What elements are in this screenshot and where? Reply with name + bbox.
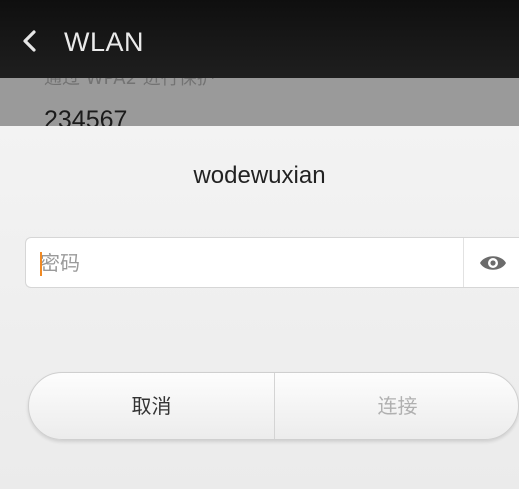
connect-button[interactable]: 连接 bbox=[275, 373, 518, 439]
password-field-box bbox=[25, 237, 519, 288]
dialog-title: wodewuxian bbox=[193, 162, 326, 189]
text-caret bbox=[40, 252, 42, 276]
cancel-button[interactable]: 取消 bbox=[29, 373, 274, 439]
action-bar: WLAN bbox=[0, 0, 519, 78]
page-title: WLAN bbox=[64, 27, 145, 57]
chevron-left-icon[interactable] bbox=[22, 30, 36, 52]
password-dialog: wodewuxian 取消 连接 bbox=[0, 126, 519, 489]
screen: WLAN 通过 WPA2 进行保护 234567 wodewuxian 取消 连… bbox=[0, 0, 519, 489]
password-input[interactable] bbox=[40, 246, 450, 280]
eye-icon[interactable] bbox=[479, 252, 507, 274]
field-divider bbox=[463, 238, 464, 287]
dialog-button-group: 取消 连接 bbox=[28, 372, 519, 440]
